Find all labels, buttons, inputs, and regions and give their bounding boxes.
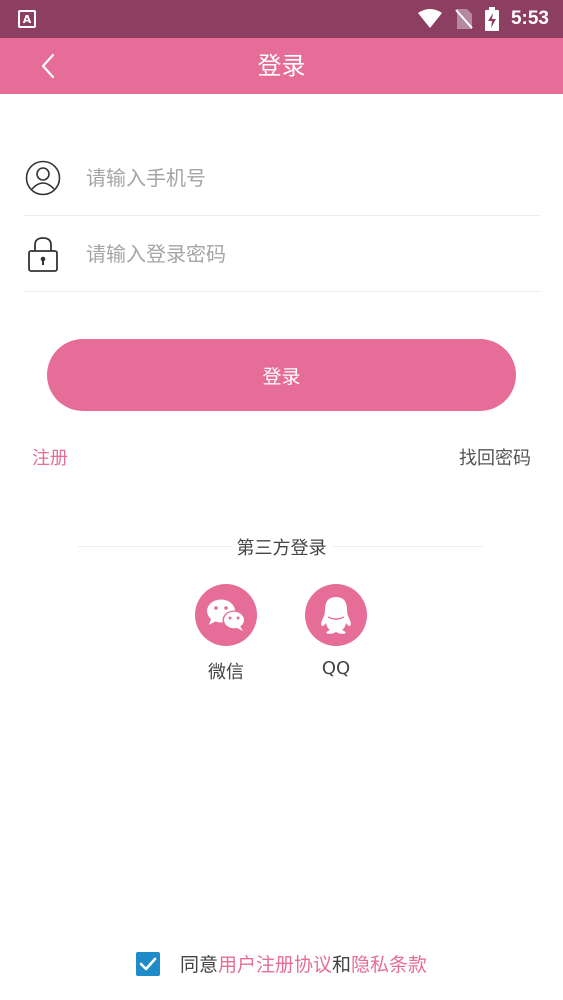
password-input[interactable] [86,241,506,266]
wechat-icon [207,599,246,631]
wechat-icon-circle[interactable] [195,584,257,646]
page-title: 登录 [257,52,306,80]
qq-icon [321,597,351,634]
lock-icon [24,235,62,273]
battery-charging-icon [484,7,499,31]
status-bar: A 5:53 [0,0,563,38]
wifi-icon [417,9,442,28]
agreement-row: 同意 用户注册协议 和 隐私条款 [0,950,563,977]
app-bar: 登录 [0,38,563,94]
privacy-policy-link[interactable]: 隐私条款 [351,950,427,977]
agreement-prefix: 同意 [179,954,218,976]
back-button[interactable] [28,46,68,86]
chevron-left-icon [41,53,55,79]
app-notification-icon: A [18,10,36,28]
agreement-checkbox[interactable] [135,951,160,976]
checkmark-icon [139,957,157,970]
forgot-password-link[interactable]: 找回密码 [459,444,531,470]
register-link[interactable]: 注册 [32,444,68,470]
agreement-conjunction: 和 [332,954,352,976]
qq-login-button[interactable]: QQ [304,584,368,679]
qq-label: QQ [321,658,351,679]
user-agreement-link[interactable]: 用户注册协议 [218,950,332,977]
user-icon [24,159,62,197]
phone-input[interactable] [86,165,506,190]
wechat-login-button[interactable]: 微信 [194,584,258,684]
third-party-title: 第三方登录 [0,534,563,560]
qq-icon-circle[interactable] [305,584,367,646]
wechat-label: 微信 [208,662,244,683]
login-button[interactable]: 登录 [47,339,516,411]
password-field-row [24,216,540,292]
clock: 5:53 [510,8,549,29]
no-sim-icon [455,9,473,29]
phone-field-row [24,140,540,216]
